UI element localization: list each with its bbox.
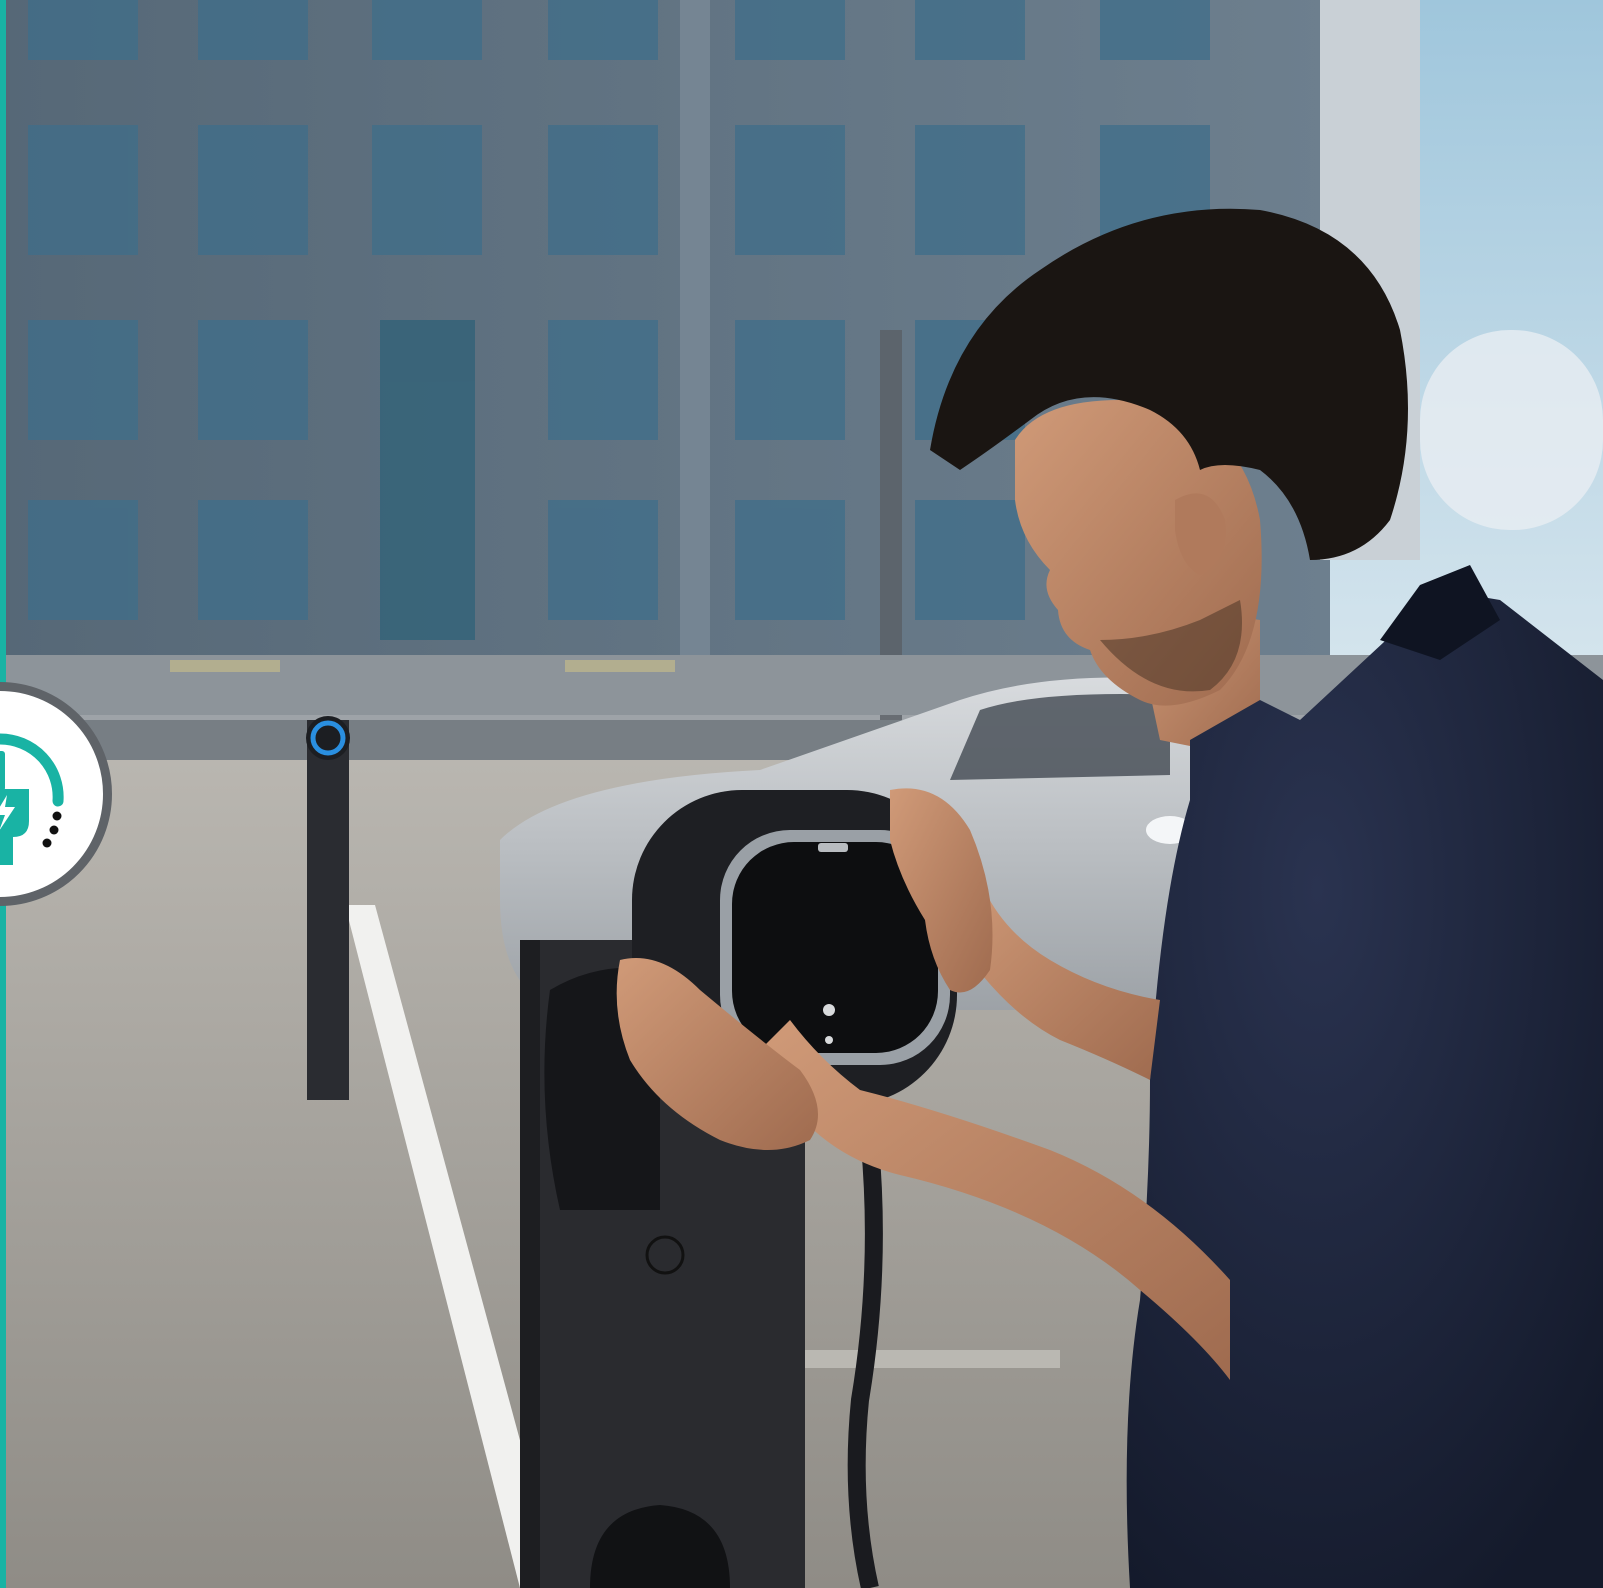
cloud xyxy=(1420,330,1603,530)
pole-background xyxy=(680,0,710,660)
ev-charging-plug-icon xyxy=(0,733,64,865)
background-charger xyxy=(307,720,349,1100)
photo-background xyxy=(0,0,1603,1588)
ev-charging-badge xyxy=(0,682,112,906)
person-shirt xyxy=(1126,590,1603,1588)
photo-scene xyxy=(0,0,1603,1588)
